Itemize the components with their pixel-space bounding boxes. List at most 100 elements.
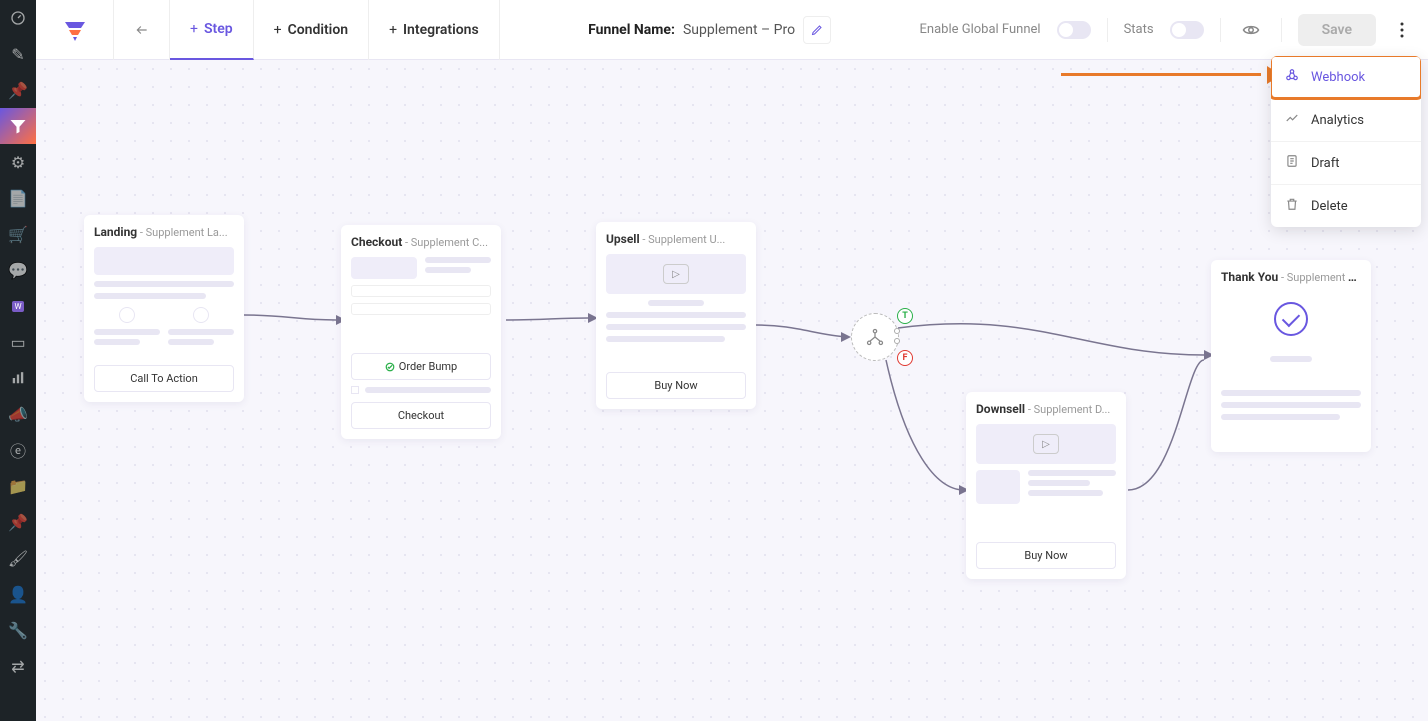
annotation-arrow (1061, 70, 1281, 80)
stats-label: Stats (1124, 22, 1154, 37)
sidebar-item-16[interactable]: 👤 (0, 576, 36, 612)
sidebar-item-9[interactable]: ▭ (0, 324, 36, 360)
node-downsell[interactable]: Downsell - Supplement D... ▷ Buy Now (966, 392, 1126, 579)
tab-label: Integrations (403, 22, 479, 38)
woo-icon: W (12, 301, 23, 312)
dropdown-item-analytics[interactable]: Analytics (1271, 98, 1421, 141)
sidebar-item-8[interactable]: W (0, 288, 36, 324)
divider (1220, 18, 1221, 42)
divider (1281, 18, 1282, 42)
node-title: Landing - Supplement La... (94, 225, 234, 239)
sidebar-item-10[interactable] (0, 360, 36, 396)
node-upsell[interactable]: Upsell - Supplement U... ▷ Buy Now (596, 222, 756, 409)
node-thankyou[interactable]: Thank You - Supplement T... (1211, 260, 1371, 452)
funnel-name-value: Supplement – Pro (683, 22, 795, 38)
topbar: + Step + Condition + Integrations Funnel… (36, 0, 1428, 60)
sidebar-item-18[interactable]: ⇄ (0, 648, 36, 684)
sidebar-item-2[interactable]: 📌 (0, 72, 36, 108)
sidebar-item-5[interactable]: 📄 (0, 180, 36, 216)
node-cta-button[interactable]: Call To Action (94, 365, 234, 392)
node-landing[interactable]: Landing - Supplement La... Call To Actio… (84, 215, 244, 402)
enable-global-label: Enable Global Funnel (920, 22, 1041, 37)
tab-condition[interactable]: + Condition (254, 0, 369, 60)
plus-icon: + (190, 21, 198, 37)
edit-name-button[interactable] (803, 16, 831, 44)
plus-icon: + (274, 22, 282, 38)
check-circle-icon (385, 362, 395, 372)
sidebar-item-17[interactable]: 🔧 (0, 612, 36, 648)
trash-icon (1285, 197, 1301, 215)
sidebar-item-6[interactable]: 🛒 (0, 216, 36, 252)
sidebar-item-dashboard[interactable] (0, 0, 36, 36)
plus-icon: + (389, 22, 397, 38)
sidebar-item-12[interactable]: ⓔ (0, 432, 36, 468)
condition-false-badge: F (897, 350, 913, 366)
node-title: Upsell - Supplement U... (606, 232, 746, 246)
node-preview (1221, 292, 1361, 442)
stats-toggle[interactable] (1170, 21, 1204, 39)
sidebar-item-13[interactable]: 📁 (0, 468, 36, 504)
play-icon: ▷ (663, 264, 689, 284)
back-button[interactable] (114, 0, 170, 60)
sidebar-item-4[interactable]: ⚙ (0, 144, 36, 180)
dropdown-item-webhook[interactable]: Webhook (1271, 56, 1421, 98)
webhook-icon (1285, 68, 1301, 86)
enable-global-toggle[interactable] (1057, 21, 1091, 39)
more-menu-dropdown: Webhook Analytics Draft Delete (1271, 56, 1421, 227)
topbar-right: Enable Global Funnel Stats Save (920, 14, 1428, 46)
dropdown-label: Webhook (1311, 70, 1365, 85)
node-preview (351, 257, 491, 347)
node-preview: ▷ (976, 424, 1116, 534)
funnel-logo-icon (63, 18, 87, 42)
preview-button[interactable] (1237, 16, 1265, 44)
sidebar-item-11[interactable]: 📣 (0, 396, 36, 432)
sidebar-item-14[interactable]: 📌 (0, 504, 36, 540)
dropdown-label: Draft (1311, 156, 1340, 171)
arrow-left-icon (132, 23, 152, 37)
chart-icon (11, 371, 25, 385)
tab-label: Step (204, 21, 233, 37)
order-bump-button[interactable]: Order Bump (351, 353, 491, 380)
funnel-name-label: Funnel Name: (588, 22, 675, 38)
more-menu-button[interactable] (1392, 16, 1412, 44)
dropdown-label: Delete (1311, 199, 1348, 214)
node-title: Checkout - Supplement C... (351, 235, 491, 249)
sidebar-item-funnel[interactable] (0, 108, 36, 144)
pencil-icon (811, 24, 823, 36)
dashboard-icon (10, 10, 26, 26)
dropdown-item-draft[interactable]: Draft (1271, 141, 1421, 184)
dots-vertical-icon (1400, 22, 1404, 38)
port (894, 328, 900, 334)
condition-true-badge: T (897, 308, 913, 324)
divider (1107, 18, 1108, 42)
draft-icon (1285, 154, 1301, 172)
tab-step[interactable]: + Step (170, 0, 254, 60)
eye-icon (1242, 21, 1260, 39)
node-checkout-button[interactable]: Checkout (351, 402, 491, 429)
node-buy-button[interactable]: Buy Now (976, 542, 1116, 569)
analytics-icon (1285, 111, 1301, 129)
wp-admin-sidebar: ✎ 📌 ⚙ 📄 🛒 💬 W ▭ 📣 ⓔ 📁 📌 🖌 👤 🔧 ⇄ (0, 0, 36, 721)
node-title: Thank You - Supplement T... (1221, 270, 1361, 284)
sidebar-item-15[interactable]: 🖌 (0, 540, 36, 576)
tab-integrations[interactable]: + Integrations (369, 0, 500, 60)
app-logo (36, 0, 114, 60)
node-buy-button[interactable]: Buy Now (606, 372, 746, 399)
node-condition[interactable] (851, 313, 899, 361)
port (894, 338, 900, 344)
play-icon: ▷ (1033, 434, 1059, 454)
check-circle-icon (1274, 302, 1308, 336)
node-preview (94, 247, 234, 357)
funnel-icon (9, 117, 27, 135)
dropdown-label: Analytics (1311, 113, 1364, 128)
save-button[interactable]: Save (1298, 14, 1376, 46)
funnel-canvas[interactable]: Landing - Supplement La... Call To Actio… (36, 60, 1428, 721)
sidebar-item-7[interactable]: 💬 (0, 252, 36, 288)
sidebar-item-1[interactable]: ✎ (0, 36, 36, 72)
dropdown-item-delete[interactable]: Delete (1271, 184, 1421, 227)
node-preview: ▷ (606, 254, 746, 364)
node-checkout[interactable]: Checkout - Supplement C... Order Bump Ch… (341, 225, 501, 439)
node-title: Downsell - Supplement D... (976, 402, 1116, 416)
branch-icon (865, 327, 885, 347)
tab-label: Condition (288, 22, 349, 38)
